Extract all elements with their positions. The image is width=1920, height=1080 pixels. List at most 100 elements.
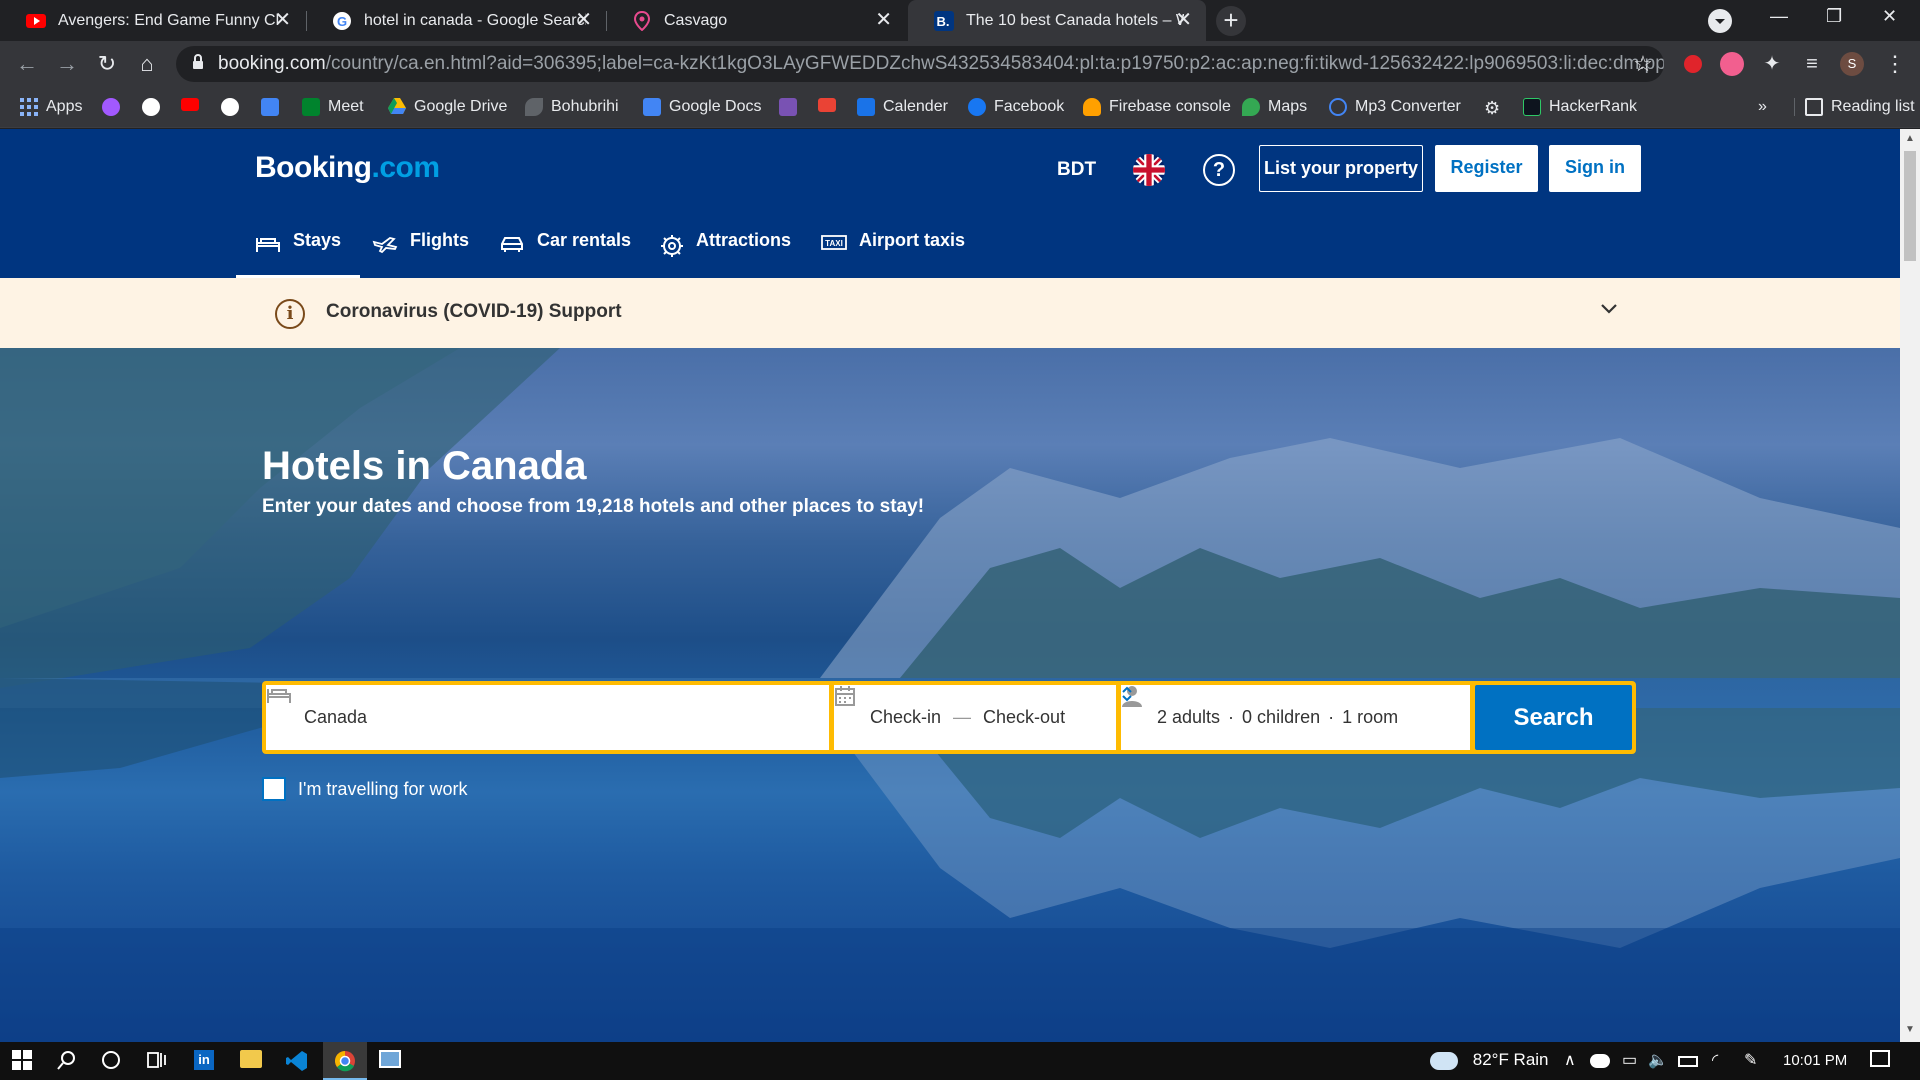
nav-flights[interactable]: Flights: [372, 230, 469, 278]
onedrive-icon[interactable]: [1590, 1054, 1610, 1068]
bookmark-figma[interactable]: [102, 98, 128, 116]
tab-title: The 10 best Canada hotels – Whe: [966, 11, 1184, 29]
bookmark-apps[interactable]: Apps: [20, 98, 82, 116]
photos-app-icon[interactable]: [379, 1050, 401, 1068]
attractions-icon: [660, 234, 684, 263]
bookmark-gmail[interactable]: [818, 98, 844, 112]
uk-flag-icon[interactable]: [1133, 154, 1165, 186]
bookmark-google[interactable]: [221, 98, 247, 116]
nav-airport-taxis[interactable]: TAXI Airport taxis: [821, 230, 965, 278]
browser-tab[interactable]: Avengers: End Game Funny Clips ✕: [0, 0, 305, 41]
sign-in-button[interactable]: Sign in: [1549, 145, 1641, 192]
tab-search-icon[interactable]: [1708, 9, 1732, 33]
bookmark-meet[interactable]: Meet: [302, 98, 364, 116]
restore-icon[interactable]: ❐: [1826, 6, 1842, 27]
more-bookmarks-button[interactable]: »: [1758, 98, 1767, 116]
page-viewport: Booking.com BDT ? List your property Reg…: [0, 129, 1900, 1042]
linkedin-icon[interactable]: in: [194, 1050, 214, 1070]
booking-header: Booking.com BDT ? List your property Reg…: [0, 129, 1900, 278]
clock[interactable]: 10:01 PM: [1783, 1052, 1847, 1069]
booking-logo[interactable]: Booking.com: [255, 151, 440, 185]
covid-banner[interactable]: i Coronavirus (COVID-19) Support: [0, 278, 1900, 348]
tab-title: Casvago: [664, 11, 728, 29]
date-field[interactable]: Check-in — Check-out: [834, 685, 1116, 750]
work-travel-checkbox[interactable]: [262, 777, 286, 801]
media-control-icon[interactable]: ≡: [1797, 49, 1827, 79]
youtube-icon: [181, 98, 199, 111]
weather-widget[interactable]: 82°F Rain: [1430, 1050, 1549, 1070]
volume-icon[interactable]: 🔈: [1648, 1050, 1668, 1070]
browser-tab-active[interactable]: B. The 10 best Canada hotels – Whe ✕: [908, 0, 1206, 41]
pen-icon[interactable]: ✎: [1744, 1050, 1757, 1070]
extension-icon[interactable]: [1720, 52, 1744, 76]
wifi-icon[interactable]: ◜: [1712, 1050, 1718, 1070]
scroll-down-icon[interactable]: ▼: [1905, 1024, 1915, 1035]
windows-start-icon[interactable]: [12, 1050, 32, 1075]
chrome-icon[interactable]: [334, 1050, 356, 1077]
cortana-icon[interactable]: [101, 1050, 121, 1075]
register-button[interactable]: Register: [1435, 145, 1538, 192]
bookmark-mp3-converter[interactable]: Mp3 Converter: [1329, 98, 1461, 116]
battery-icon[interactable]: [1678, 1056, 1698, 1067]
lock-icon[interactable]: [192, 54, 204, 73]
bookmark-maps[interactable]: Maps: [1242, 98, 1307, 116]
browser-tab[interactable]: G hotel in canada - Google Search ✕: [306, 0, 606, 41]
currency-selector[interactable]: BDT: [1057, 159, 1096, 181]
page-scrollbar[interactable]: ▲ ▼: [1900, 129, 1920, 1042]
guests-field[interactable]: 2 adults · 0 children · 1 room: [1121, 685, 1470, 750]
forward-icon[interactable]: →: [52, 49, 82, 79]
extension-record-icon[interactable]: [1681, 52, 1705, 76]
bookmark-youtube[interactable]: [181, 98, 207, 111]
device-icon[interactable]: ▭: [1622, 1050, 1637, 1070]
search-icon[interactable]: [57, 1050, 77, 1075]
list-property-button[interactable]: List your property: [1259, 145, 1423, 192]
minimize-icon[interactable]: —: [1770, 6, 1788, 27]
bookmark-github[interactable]: [142, 98, 168, 116]
bookmark-google-docs[interactable]: Google Docs: [643, 98, 762, 116]
vscode-icon[interactable]: [286, 1050, 308, 1077]
task-view-icon[interactable]: [145, 1050, 167, 1075]
reload-icon[interactable]: ↻: [92, 49, 122, 79]
bookmark-translate[interactable]: [261, 98, 287, 116]
nav-attractions[interactable]: Attractions: [660, 230, 791, 278]
nav-car-rentals[interactable]: Car rentals: [499, 230, 631, 278]
close-icon[interactable]: ✕: [1175, 10, 1192, 30]
search-button[interactable]: Search: [1475, 685, 1632, 750]
date-dash: —: [953, 707, 972, 727]
scroll-up-icon[interactable]: ▲: [1905, 133, 1915, 144]
scroll-thumb[interactable]: [1904, 151, 1916, 261]
close-icon[interactable]: ✕: [274, 10, 291, 30]
bookmark-facebook[interactable]: Facebook: [968, 98, 1064, 116]
window-close-icon[interactable]: ✕: [1882, 6, 1897, 27]
home-icon[interactable]: ⌂: [132, 49, 162, 79]
bookmark-star-icon[interactable]: ☆: [1628, 49, 1658, 79]
new-tab-button[interactable]: +: [1216, 6, 1246, 36]
reading-list-button[interactable]: Reading list: [1794, 98, 1915, 116]
nav-label: Attractions: [696, 230, 792, 250]
file-explorer-icon[interactable]: [240, 1050, 262, 1068]
chevron-down-icon[interactable]: [1600, 298, 1618, 321]
profile-avatar[interactable]: S: [1840, 52, 1864, 76]
destination-field[interactable]: Canada: [266, 685, 829, 750]
chevron-up-icon[interactable]: ∧: [1564, 1050, 1576, 1070]
bookmark-settings[interactable]: ⚙: [1484, 98, 1500, 119]
bookmark-bootstrap[interactable]: [779, 98, 805, 116]
work-travel-option[interactable]: I'm travelling for work: [262, 777, 467, 801]
destination-value: Canada: [304, 707, 368, 727]
close-icon[interactable]: ✕: [575, 10, 592, 30]
notification-icon[interactable]: [1870, 1050, 1890, 1067]
bookmark-hackerrank[interactable]: HackerRank: [1523, 98, 1637, 116]
close-icon[interactable]: ✕: [875, 10, 892, 30]
puzzle-icon[interactable]: ✦: [1757, 49, 1787, 79]
covid-text: Coronavirus (COVID-19) Support: [326, 301, 622, 322]
address-bar[interactable]: booking.com/country/ca.en.html?aid=30639…: [176, 46, 1664, 82]
bookmark-firebase[interactable]: Firebase console: [1083, 98, 1231, 116]
bookmark-calendar[interactable]: Calender: [857, 98, 948, 116]
bookmark-bohubrihi[interactable]: Bohubrihi: [525, 98, 619, 116]
back-icon[interactable]: ←: [12, 49, 42, 79]
help-icon[interactable]: ?: [1203, 154, 1235, 186]
menu-kebab-icon[interactable]: ⋮: [1880, 49, 1910, 79]
nav-stays[interactable]: Stays: [236, 230, 361, 278]
bookmark-google-drive[interactable]: Google Drive: [388, 98, 507, 116]
browser-tab[interactable]: Casvago ✕: [606, 0, 906, 41]
